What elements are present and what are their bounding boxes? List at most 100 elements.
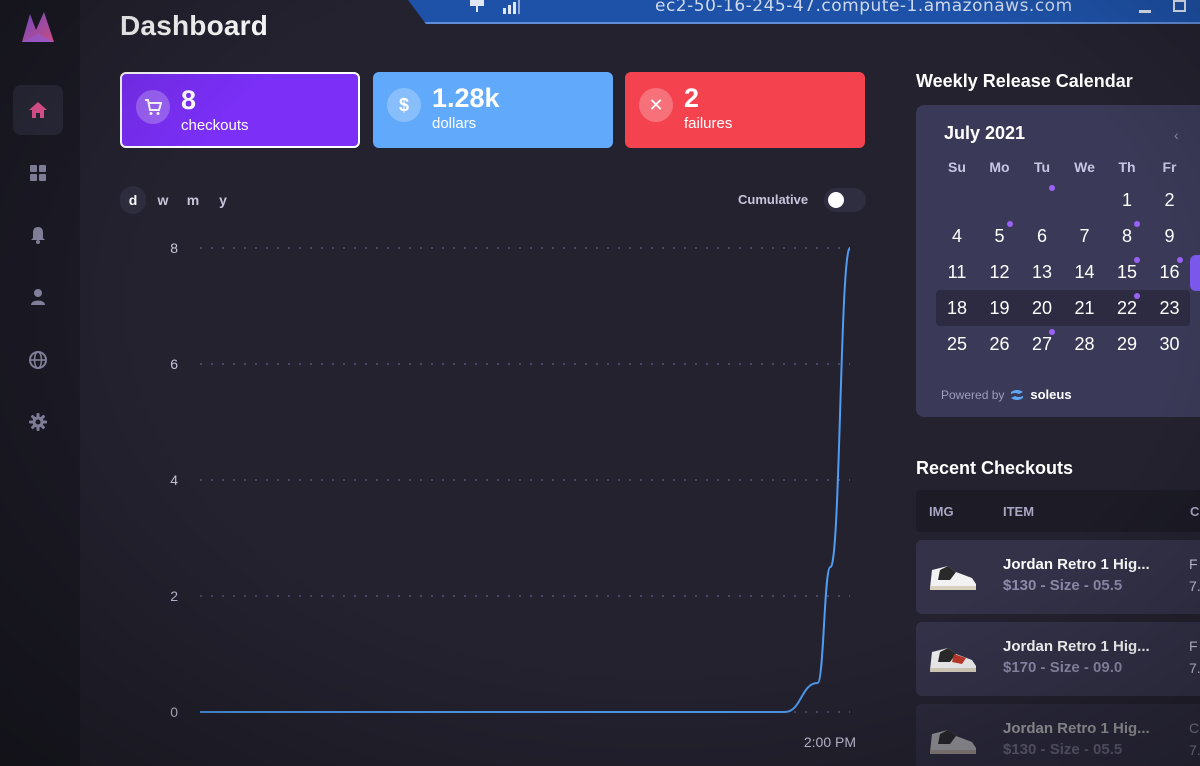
calendar-day[interactable]: 23 [1149,290,1191,326]
restore-icon[interactable] [1172,0,1188,12]
remote-host-label: ec2-50-16-245-47.compute-1.amazonaws.com [655,0,1073,16]
failures-value: 2 [684,83,700,113]
range-tabs: d w m y [120,186,236,214]
table-row[interactable]: Jordan Retro 1 Hig... $130 - Size - 05.5… [916,704,1200,766]
checkout-item-detail: $130 - Size - 05.5 [1003,577,1123,594]
calendar-day-of-week: We [1074,159,1095,175]
cumulative-label: Cumulative [738,192,809,207]
release-dot [1134,257,1140,263]
checkout-extra-bottom: 7. [1189,742,1200,758]
calendar-day[interactable]: 12 [979,254,1021,290]
calendar-day[interactable]: 22 [1106,290,1148,326]
series-line [199,247,851,714]
calendar-day[interactable]: 14 [1064,254,1106,290]
calendar-side-tab[interactable] [1190,255,1200,291]
stat-card-failures[interactable]: ✕ 2 failures [625,72,865,148]
x-icon: ✕ [639,88,673,122]
signal-icon [503,0,520,14]
sidebar [0,0,80,766]
calendar-day[interactable]: 15 [1106,254,1148,290]
calendar-day-of-week: Tu [1033,159,1051,175]
checkout-extra-top: F [1189,556,1198,572]
release-dot [1049,329,1055,335]
release-dot [1134,293,1140,299]
pin-icon[interactable] [466,0,488,14]
calendar-day[interactable]: 26 [979,326,1021,362]
calendar-prev-button[interactable]: ‹ [1174,127,1179,143]
stat-card-dollars[interactable]: $ 1.28k dollars [373,72,613,148]
range-tab-day[interactable]: d [120,186,146,214]
cumulative-toggle[interactable] [824,188,866,212]
column-item[interactable]: ITEM [1003,504,1034,519]
sidebar-item-settings[interactable] [13,397,63,447]
calendar-day[interactable]: 6 [1021,218,1063,254]
checkout-item-detail: $130 - Size - 05.5 [1003,741,1123,758]
range-tab-month[interactable]: m [180,186,206,214]
globe-icon [29,351,47,369]
app-logo-icon[interactable] [20,10,56,44]
calendar-day[interactable]: 16 [1149,254,1191,290]
release-dot [1049,185,1055,191]
checkout-item-name: Jordan Retro 1 Hig... [1003,638,1150,655]
toggle-knob [828,192,844,208]
checkout-extra-bottom: 7. [1189,578,1200,594]
calendar-day[interactable]: 1 [1106,182,1148,218]
minimize-icon[interactable] [1138,4,1152,14]
checkout-extra-top: F [1189,638,1198,654]
checkouts-chart: 8 6 4 2 0 2:00 PM [170,240,856,750]
calendar-day[interactable]: 8 [1106,218,1148,254]
calendar-day[interactable]: 20 [1021,290,1063,326]
checkout-item-detail: $170 - Size - 09.0 [1003,659,1123,676]
calendar-day[interactable]: 11 [936,254,978,290]
column-img[interactable]: IMG [929,504,954,519]
calendar-day-of-week: Th [1118,159,1136,175]
calendar-day[interactable]: 30 [1149,326,1191,362]
y-tick-label: 0 [170,704,178,720]
calendar-day[interactable]: 25 [936,326,978,362]
calendar-day[interactable]: 27 [1021,326,1063,362]
powered-by: Powered by soleus [941,387,1072,402]
calendar-day[interactable]: 19 [979,290,1021,326]
checkout-extra-top: C [1189,720,1200,736]
release-dot [1134,221,1140,227]
calendar-day[interactable]: 2 [1149,182,1191,218]
app-root: Dashboard ec2-50-16-245-47.compute-1.ama… [0,0,1200,766]
calendar-title: Weekly Release Calendar [916,71,1133,91]
calendar-month: July 2021 [944,123,1026,143]
calendar-day[interactable]: 21 [1064,290,1106,326]
sidebar-item-notifications[interactable] [13,210,63,260]
calendar-day[interactable]: 29 [1106,326,1148,362]
soleus-logo-icon[interactable] [1010,389,1024,401]
dollars-value: 1.28k [432,83,500,113]
powered-by-brand[interactable]: soleus [1030,387,1071,402]
release-dot [1006,221,1013,227]
calendar-day-of-week: Su [948,159,966,175]
sidebar-item-proxies[interactable] [13,335,63,385]
checkout-item-name: Jordan Retro 1 Hig... [1003,720,1150,737]
checkouts-label: checkouts [181,117,249,134]
calendar-day[interactable]: 13 [1021,254,1063,290]
table-row[interactable]: Jordan Retro 1 Hig... $170 - Size - 09.0… [916,622,1200,696]
table-row[interactable]: Jordan Retro 1 Hig... $130 - Size - 05.5… [916,540,1200,614]
sidebar-item-dashboard[interactable] [13,148,63,198]
sneaker-thumbnail [930,566,976,590]
calendar-day[interactable]: 18 [936,290,978,326]
release-calendar: July 2021 ‹ Su Mo Tu We Th Fr 1 2 4 5 6 7 8 9 11 12 13 14… [916,105,1200,417]
calendar-day-of-week: Mo [989,159,1010,175]
calendar-day[interactable]: 28 [1064,326,1106,362]
page-title: Dashboard [120,10,269,41]
sidebar-item-home[interactable] [13,85,63,135]
sidebar-item-profile[interactable] [13,272,63,322]
range-tab-week[interactable]: w [150,186,176,214]
calendar-day[interactable]: 5 [979,218,1021,254]
x-tick-label: 2:00 PM [804,734,856,750]
range-tab-year[interactable]: y [210,186,236,214]
column-c[interactable]: C [1190,504,1199,519]
home-icon [29,102,47,118]
calendar-day[interactable]: 7 [1064,218,1106,254]
calendar-day[interactable]: 4 [936,218,978,254]
grid-icon [30,165,46,181]
y-tick-label: 4 [170,472,178,488]
calendar-day[interactable]: 9 [1149,218,1191,254]
stat-card-checkouts[interactable]: 8 checkouts [120,72,360,148]
